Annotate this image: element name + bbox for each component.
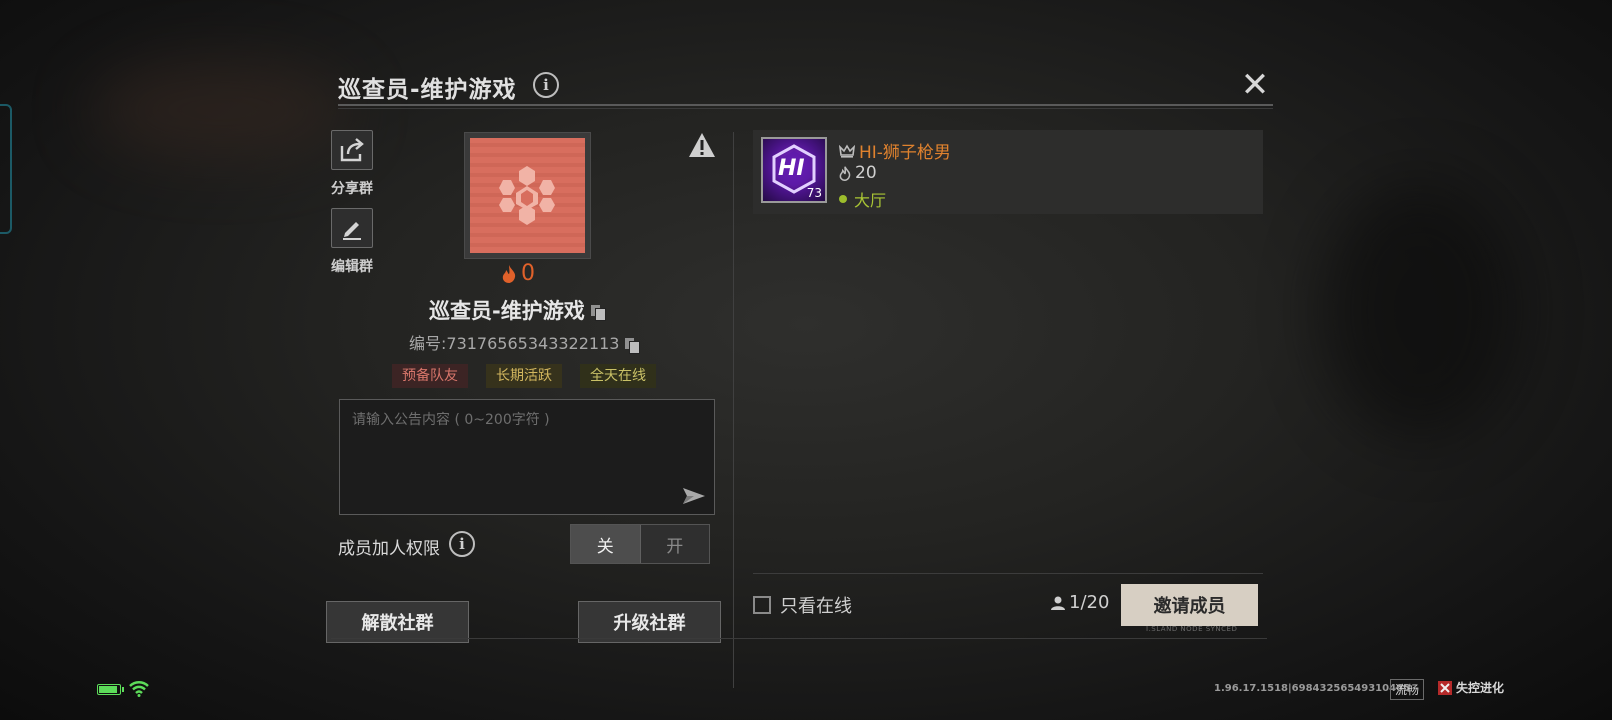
group-heat: 0 — [501, 261, 535, 286]
fire-icon — [839, 165, 851, 181]
member-avatar: HI 73 — [761, 137, 827, 203]
edit-group-label: 编辑群 — [331, 259, 373, 275]
member-badge-text: HI — [778, 156, 805, 181]
snowflake-icon — [499, 166, 555, 225]
group-id-text: 编号:73176565343322113 — [409, 334, 620, 353]
edit-icon — [343, 222, 361, 240]
bottom-divider — [331, 638, 1267, 639]
toggle-off-option[interactable]: 关 — [571, 525, 641, 563]
member-name-text: HI-狮子枪男 — [859, 143, 951, 163]
online-only-filter[interactable]: 只看在线 — [753, 592, 852, 618]
member-list-divider — [753, 573, 1263, 574]
copy-icon[interactable] — [590, 305, 606, 321]
edge-indicator — [0, 104, 12, 234]
wifi-icon — [129, 681, 149, 697]
share-icon — [340, 138, 364, 162]
member-count: 1/20 — [1050, 592, 1109, 613]
version-text: 1.96.17.1518|69843256549310465 — [1214, 683, 1410, 694]
disband-group-button[interactable]: 解散社群 — [326, 601, 469, 643]
background-blur-patch — [1320, 180, 1520, 440]
close-button[interactable]: ✕ — [1239, 68, 1271, 102]
join-permission-toggle[interactable]: 关 开 — [570, 524, 710, 564]
copy-icon[interactable] — [625, 337, 641, 354]
info-icon[interactable]: i — [449, 531, 475, 557]
join-permission: 成员加人权限 — [338, 534, 440, 559]
battery-fill — [99, 686, 117, 693]
member-heat-value: 20 — [855, 163, 877, 183]
group-name: 巡查员-维护游戏 — [429, 295, 606, 325]
group-tag: 长期活跃 — [486, 364, 562, 388]
join-permission-label: 成员加人权限 — [338, 539, 440, 559]
group-id: 编号:73176565343322113 — [409, 330, 641, 354]
game-name: 失控进化 — [1456, 681, 1505, 695]
logo-icon — [1438, 680, 1452, 695]
group-tag: 预备队友 — [392, 364, 468, 388]
group-heat-value: 0 — [521, 261, 535, 286]
member-heat: 20 — [839, 163, 877, 183]
title-divider-shadow — [338, 108, 1273, 109]
send-icon[interactable] — [682, 486, 706, 506]
announcement-input[interactable] — [352, 409, 702, 489]
sync-label: I.SLAND NODE SYNCED — [1146, 625, 1238, 633]
group-tag: 全天在线 — [580, 364, 656, 388]
member-name: HI-狮子枪男 — [839, 138, 951, 163]
member-count-value: 1/20 — [1069, 592, 1110, 613]
network-status: 流畅 — [1390, 679, 1425, 700]
member-level: 73 — [806, 186, 822, 200]
member-status: 大厅 — [839, 187, 886, 211]
dialog-title: 巡查员-维护游戏 — [338, 77, 517, 103]
member-row[interactable]: HI 73 HI-狮子枪男 20 大厅 — [753, 130, 1263, 214]
column-divider — [733, 132, 734, 688]
group-avatar[interactable] — [464, 132, 591, 259]
warning-icon[interactable] — [688, 132, 716, 158]
toggle-on-option[interactable]: 开 — [640, 525, 709, 563]
member-status-text: 大厅 — [854, 191, 887, 210]
background-blur-patch — [90, 60, 350, 160]
share-group-label: 分享群 — [331, 181, 373, 197]
info-icon[interactable]: i — [533, 72, 559, 98]
announcement-box — [339, 399, 715, 515]
game-logo: 失控进化 — [1437, 679, 1504, 696]
title-divider — [338, 104, 1273, 106]
battery-icon — [97, 684, 124, 695]
share-group-button[interactable] — [331, 130, 373, 170]
invite-members-button[interactable]: 邀请成员 — [1121, 584, 1258, 626]
edit-group-button[interactable] — [331, 208, 373, 248]
online-only-label: 只看在线 — [780, 596, 852, 617]
fire-icon — [502, 264, 516, 283]
person-icon — [1051, 596, 1065, 610]
online-only-checkbox[interactable] — [753, 596, 771, 614]
online-dot — [839, 195, 847, 203]
upgrade-group-button[interactable]: 升级社群 — [578, 601, 721, 643]
group-name-text: 巡查员-维护游戏 — [429, 299, 585, 323]
group-avatar-image — [470, 138, 585, 253]
group-dialog: 巡查员-维护游戏 i ✕ 分享群 编辑群 0 巡查员-维护游戏 编号:73176… — [326, 60, 1273, 688]
crown-icon — [839, 143, 855, 158]
